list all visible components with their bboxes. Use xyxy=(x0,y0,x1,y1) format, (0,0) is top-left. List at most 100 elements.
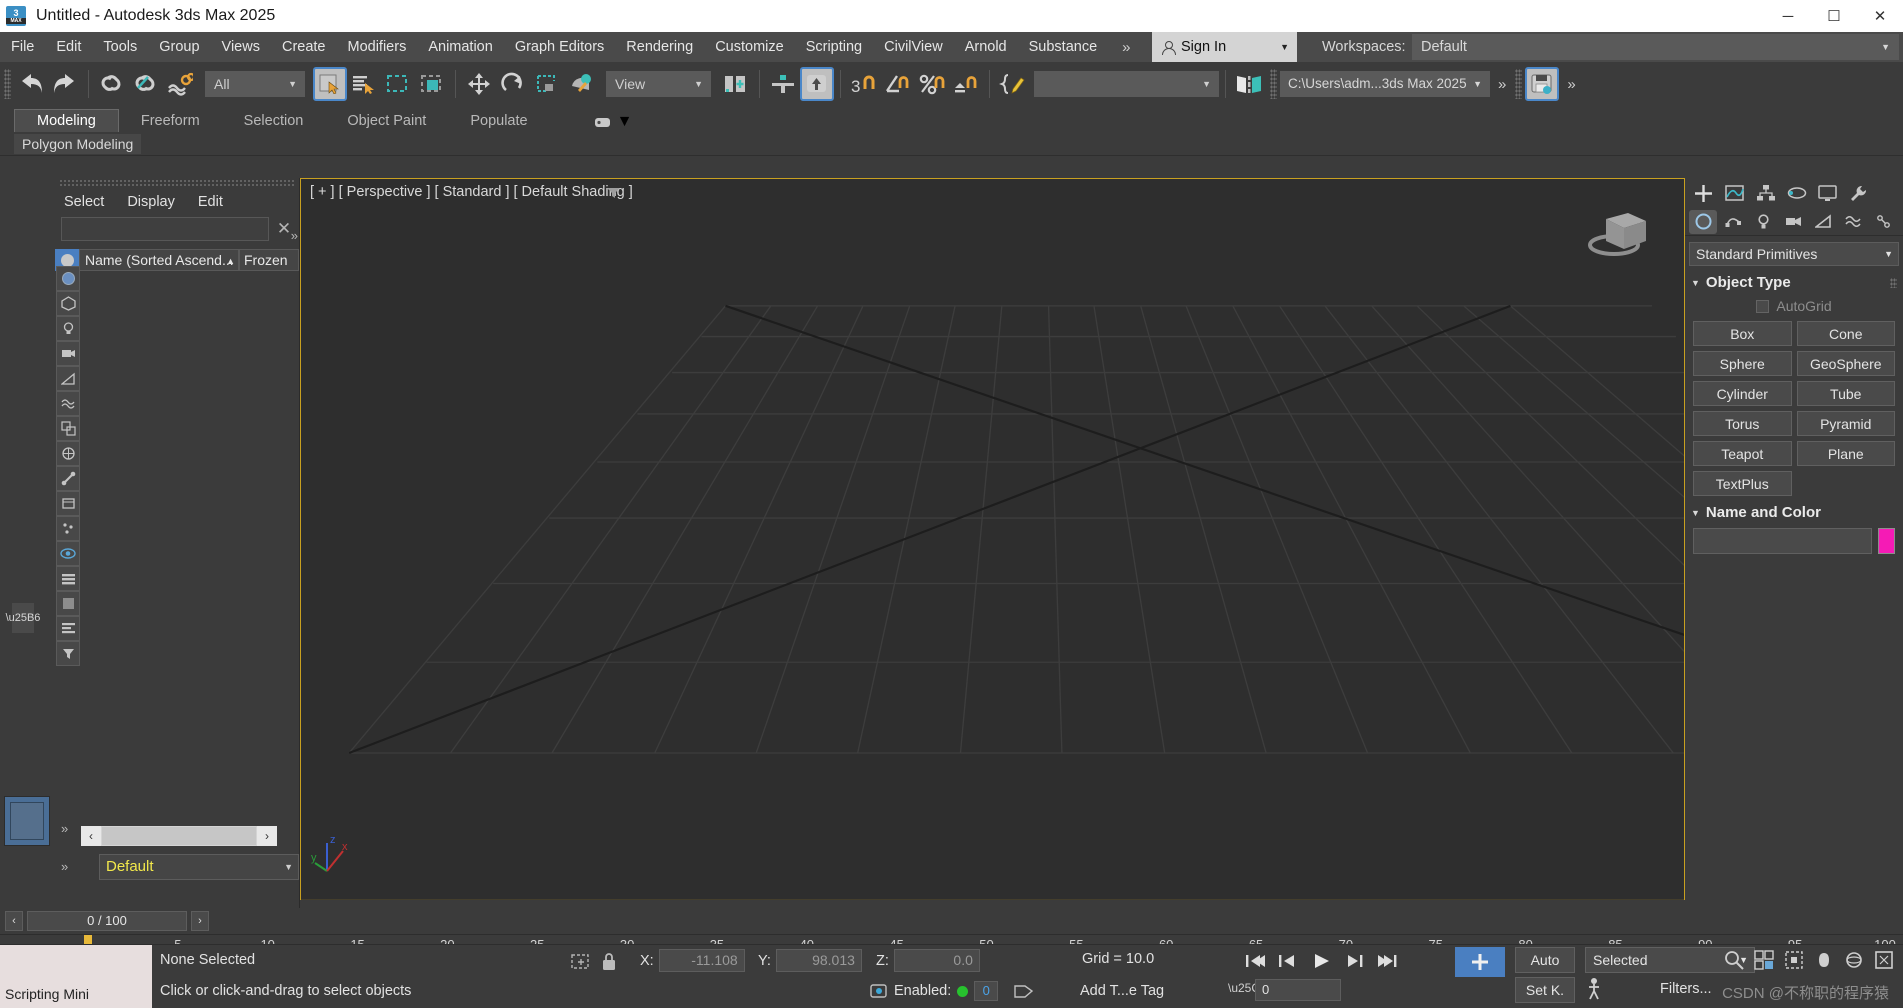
go-to-start-icon[interactable] xyxy=(1240,947,1270,975)
filters-button[interactable]: Filters... xyxy=(1660,981,1712,997)
tag-icon[interactable] xyxy=(1014,982,1034,1000)
use-center-icon[interactable] xyxy=(719,67,753,101)
scene-object-list[interactable] xyxy=(81,290,299,822)
create-box-button[interactable]: Box xyxy=(1693,321,1792,346)
select-object-icon[interactable] xyxy=(313,67,347,101)
menu-group[interactable]: Group xyxy=(148,32,210,62)
select-move-icon[interactable] xyxy=(462,67,496,101)
maxscript-mini-listener[interactable]: Scripting Mini xyxy=(0,979,152,1008)
sign-in-button[interactable]: Sign In ▼ xyxy=(1152,32,1297,62)
display-helpers-icon[interactable] xyxy=(56,366,80,391)
cameras-icon[interactable] xyxy=(1779,210,1807,234)
lights-icon[interactable] xyxy=(1749,210,1777,234)
rollout-header-name-color[interactable]: ▼ Name and Color xyxy=(1685,504,1903,521)
modify-tab-icon[interactable] xyxy=(1720,180,1749,206)
save-icon[interactable] xyxy=(1525,67,1560,101)
add-time-tag[interactable]: Add T...e Tag xyxy=(1080,983,1164,999)
shapes-icon[interactable] xyxy=(1719,210,1747,234)
menu-rendering[interactable]: Rendering xyxy=(615,32,704,62)
systems-icon[interactable] xyxy=(1869,210,1897,234)
menu-graph-editors[interactable]: Graph Editors xyxy=(504,32,615,62)
select-rotate-icon[interactable] xyxy=(496,67,530,101)
zoom-extents-icon[interactable] xyxy=(1783,949,1805,971)
enabled-count[interactable]: 0 xyxy=(974,981,999,1001)
perspective-viewport[interactable]: [ + ] [ Perspective ] [ Standard ] [ Def… xyxy=(300,178,1685,900)
coord-x-field[interactable]: -11.108 xyxy=(658,949,745,972)
create-cylinder-button[interactable]: Cylinder xyxy=(1693,381,1792,406)
create-sphere-button[interactable]: Sphere xyxy=(1693,351,1792,376)
coord-y-field[interactable]: 98.013 xyxy=(775,949,862,972)
key-filter-icon[interactable] xyxy=(870,982,888,1000)
display-cameras-icon[interactable] xyxy=(56,341,80,366)
create-plane-button[interactable]: Plane xyxy=(1796,441,1895,466)
scene-list-expand-icon[interactable]: » xyxy=(61,821,68,836)
scene-explorer-hscrollbar[interactable]: ‹ › xyxy=(81,826,277,846)
display-all-icon[interactable] xyxy=(56,266,80,291)
select-link-icon[interactable] xyxy=(95,67,129,101)
select-by-name-icon[interactable] xyxy=(347,67,381,101)
play-animation-icon[interactable] xyxy=(1306,947,1336,975)
menu-overflow-icon[interactable]: » xyxy=(1108,39,1141,56)
angle-snap-icon[interactable] xyxy=(881,67,915,101)
display-filter-icon[interactable] xyxy=(56,641,80,666)
undo-icon[interactable] xyxy=(14,67,48,101)
display-geometry-icon[interactable] xyxy=(56,291,80,316)
selection-filter-dropdown[interactable]: All ▼ xyxy=(205,71,305,97)
motion-tab-icon[interactable] xyxy=(1782,180,1811,206)
current-frame-field[interactable]: 0 / 100 xyxy=(27,911,187,931)
key-filters-icon[interactable] xyxy=(1586,977,1612,1003)
autogrid-checkbox[interactable] xyxy=(1756,299,1770,313)
se-menu-display[interactable]: Display xyxy=(127,194,175,210)
menu-tools[interactable]: Tools xyxy=(92,32,148,62)
display-bones-icon[interactable] xyxy=(56,466,80,491)
tab-populate[interactable]: Populate xyxy=(448,110,549,132)
menu-animation[interactable]: Animation xyxy=(417,32,503,62)
minimize-button[interactable]: ─ xyxy=(1765,0,1811,32)
object-color-swatch[interactable] xyxy=(1878,528,1895,554)
close-button[interactable]: ✕ xyxy=(1857,0,1903,32)
key-frame-spinner[interactable]: 0 xyxy=(1255,979,1341,1001)
rollout-header-object-type[interactable]: ▼ Object Type xyxy=(1685,274,1903,291)
display-tab-icon[interactable] xyxy=(1813,180,1842,206)
unlink-icon[interactable] xyxy=(129,67,163,101)
hierarchy-tab-icon[interactable] xyxy=(1751,180,1780,206)
scrollbar-thumb[interactable] xyxy=(102,827,256,845)
create-cone-button[interactable]: Cone xyxy=(1796,321,1895,346)
se-menu-edit[interactable]: Edit xyxy=(198,194,223,210)
display-particles-icon[interactable] xyxy=(56,516,80,541)
geometry-icon[interactable] xyxy=(1689,209,1717,234)
menu-customize[interactable]: Customize xyxy=(704,32,795,62)
create-textplus-button[interactable]: TextPlus xyxy=(1693,471,1792,496)
create-torus-button[interactable]: Torus xyxy=(1693,411,1792,436)
menu-file[interactable]: File xyxy=(0,32,45,62)
utilities-tab-icon[interactable] xyxy=(1844,180,1873,206)
menu-views[interactable]: Views xyxy=(211,32,271,62)
tab-freeform[interactable]: Freeform xyxy=(119,110,222,132)
previous-key-button[interactable]: ‹ xyxy=(5,911,23,931)
rectangular-selection-icon[interactable] xyxy=(381,67,415,101)
object-name-input[interactable] xyxy=(1693,528,1872,554)
layer-expand-icon[interactable]: » xyxy=(61,859,68,874)
tab-object-paint[interactable]: Object Paint xyxy=(325,110,448,132)
zoom-all-icon[interactable] xyxy=(1753,949,1775,971)
create-pyramid-button[interactable]: Pyramid xyxy=(1796,411,1895,436)
set-key-button[interactable] xyxy=(1455,947,1505,977)
workspaces-dropdown[interactable]: Default ▼ xyxy=(1412,34,1899,60)
orbit-icon[interactable] xyxy=(1843,949,1865,971)
toolbar-overflow2-icon[interactable]: » xyxy=(1559,76,1580,93)
display-hidden-icon[interactable] xyxy=(56,616,80,641)
maximize-viewport-icon[interactable] xyxy=(1873,949,1895,971)
auto-key-button[interactable]: Auto xyxy=(1515,947,1575,973)
column-header-name[interactable]: Name (Sorted Ascend... ▲ xyxy=(79,249,239,271)
menu-arnold[interactable]: Arnold xyxy=(954,32,1018,62)
menu-scripting[interactable]: Scripting xyxy=(795,32,873,62)
tab-modeling[interactable]: Modeling xyxy=(14,109,119,132)
search-input[interactable] xyxy=(61,217,269,241)
create-geosphere-button[interactable]: GeoSphere xyxy=(1796,351,1895,376)
select-scale-icon[interactable] xyxy=(530,67,564,101)
zoom-icon[interactable] xyxy=(1723,949,1745,971)
viewport-filter-icon[interactable] xyxy=(607,187,620,199)
viewcube-icon[interactable] xyxy=(1584,201,1654,261)
mirror-icon[interactable] xyxy=(1232,67,1266,101)
snap-toggle-icon[interactable]: 3 xyxy=(847,67,881,101)
